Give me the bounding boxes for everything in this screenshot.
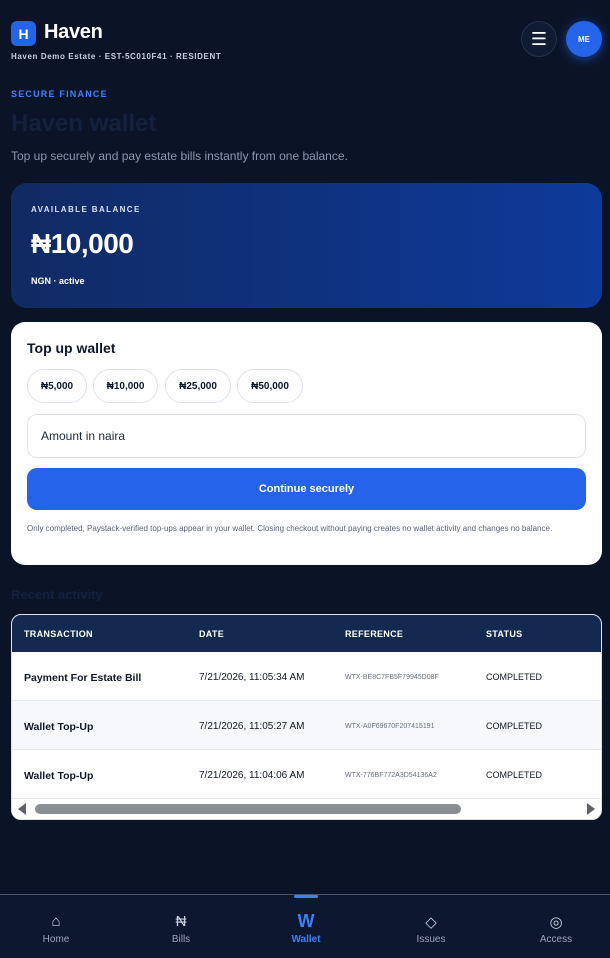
status-cell: COMPLETED	[486, 721, 543, 731]
topup-card: Top up wallet ₦5,000 ₦10,000 ₦25,000 ₦50…	[11, 322, 602, 565]
page-title: Haven wallet	[11, 110, 157, 137]
horizontal-scrollbar[interactable]	[12, 799, 601, 819]
column-header-date: DATE	[199, 629, 225, 639]
reference-cell: WTX-776BF772A3D54136A2	[345, 772, 437, 779]
balance-label: AVAILABLE BALANCE	[31, 205, 141, 214]
access-icon: ◎	[549, 914, 563, 931]
menu-icon: ☰	[530, 28, 548, 49]
nav-item-wallet[interactable]: W Wallet	[245, 895, 367, 958]
transaction-cell: Wallet Top-Up	[24, 770, 94, 782]
table-row[interactable]: Payment For Estate Bill 7/21/2026, 11:05…	[12, 652, 601, 701]
balance-card: AVAILABLE BALANCE ₦10,000 NGN · active	[11, 183, 602, 308]
app-name: Haven	[44, 21, 103, 43]
nav-label: Wallet	[291, 934, 321, 945]
scroll-left-icon[interactable]	[18, 803, 26, 815]
section-eyebrow: SECURE FINANCE	[11, 89, 108, 99]
table-row[interactable]: Wallet Top-Up 7/21/2026, 11:05:27 AM WTX…	[12, 701, 601, 750]
page-subtitle: Top up securely and pay estate bills ins…	[11, 149, 348, 163]
balance-currency-status: NGN · active	[31, 276, 85, 286]
transaction-cell: Wallet Top-Up	[24, 721, 94, 733]
scrollbar-thumb[interactable]	[35, 804, 461, 814]
nav-item-issues[interactable]: ◇ Issues	[370, 895, 492, 958]
naira-icon: ₦	[175, 913, 187, 930]
reference-cell: WTX-BE8C7FB5F79945D08F	[345, 674, 439, 681]
column-header-status: STATUS	[486, 629, 523, 639]
wallet-icon: W	[297, 911, 315, 931]
nav-label: Home	[42, 934, 70, 945]
transaction-cell: Payment For Estate Bill	[24, 672, 142, 684]
preset-5000-button[interactable]: ₦5,000	[27, 369, 87, 403]
scroll-right-icon[interactable]	[587, 803, 595, 815]
preset-25000-button[interactable]: ₦25,000	[165, 369, 231, 403]
balance-amount: ₦10,000	[31, 228, 134, 259]
table-header: TRANSACTION DATE REFERENCE STATUS	[12, 615, 601, 652]
nav-label: Access	[539, 934, 573, 945]
avatar[interactable]: ME	[566, 21, 602, 57]
topup-title: Top up wallet	[27, 340, 116, 356]
preset-10000-button[interactable]: ₦10,000	[93, 369, 158, 403]
bottom-nav: ⌂ Home ₦ Bills W Wallet ◇ Issues ◎ Acces…	[0, 894, 610, 958]
nav-label: Issues	[416, 934, 446, 945]
amount-input[interactable]	[27, 414, 586, 458]
nav-item-access[interactable]: ◎ Access	[495, 895, 610, 958]
nav-item-bills[interactable]: ₦ Bills	[120, 895, 242, 958]
nav-label: Bills	[171, 934, 191, 945]
reference-cell: WTX-A0F69670F207415191	[345, 723, 435, 730]
menu-button[interactable]: ☰	[521, 21, 557, 57]
date-cell: 7/21/2026, 11:05:34 AM	[199, 672, 305, 683]
table-row[interactable]: Wallet Top-Up 7/21/2026, 11:04:06 AM WTX…	[12, 750, 601, 799]
home-icon: ⌂	[51, 913, 61, 930]
date-cell: 7/21/2026, 11:05:27 AM	[199, 721, 305, 732]
status-cell: COMPLETED	[486, 770, 543, 780]
preset-50000-button[interactable]: ₦50,000	[237, 369, 303, 403]
column-header-transaction: TRANSACTION	[24, 629, 93, 639]
nav-item-home[interactable]: ⌂ Home	[0, 895, 117, 958]
app-header: H Haven Haven Demo Estate · EST-5C010F41…	[11, 19, 602, 63]
estate-line: Haven Demo Estate · EST-5C010F41 · RESID…	[11, 52, 222, 61]
transactions-table: TRANSACTION DATE REFERENCE STATUS Paymen…	[11, 614, 602, 820]
logo-icon: H	[11, 21, 36, 46]
column-header-reference: REFERENCE	[345, 629, 404, 639]
diamond-icon: ◇	[425, 914, 437, 931]
status-cell: COMPLETED	[486, 672, 543, 682]
date-cell: 7/21/2026, 11:04:06 AM	[199, 770, 305, 781]
recent-activity-title: Recent activity	[11, 587, 103, 602]
topup-note: Only completed, Paystack-verified top-up…	[27, 524, 553, 533]
continue-button[interactable]: Continue securely	[27, 468, 586, 510]
